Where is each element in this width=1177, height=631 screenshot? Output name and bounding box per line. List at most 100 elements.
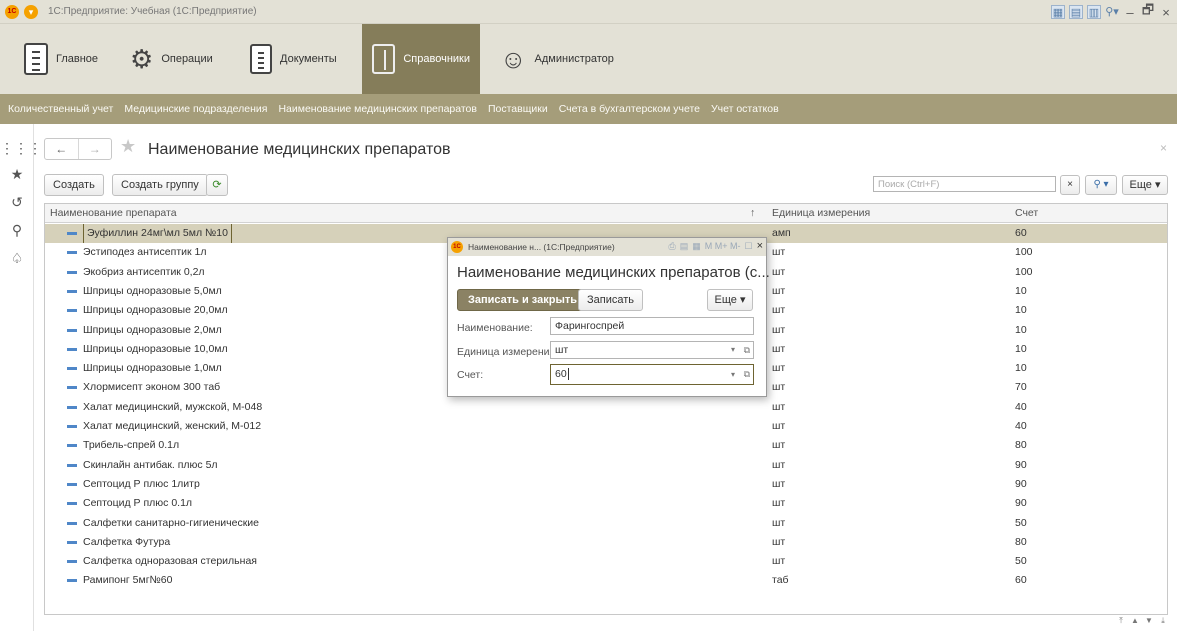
more-button[interactable]: Еще ▾ (1122, 175, 1168, 195)
chevron-down-icon[interactable]: ▾ (731, 365, 735, 384)
create-button[interactable]: Создать (44, 174, 104, 196)
subsection-quantity[interactable]: Количественный учет (8, 103, 113, 115)
cell-unit: шт (772, 323, 786, 336)
save-button[interactable]: Записать (578, 289, 644, 311)
item-name: Эстиподез антисептик 1л (83, 246, 207, 259)
favorites-star-icon[interactable]: ★ (0, 166, 34, 183)
table-row[interactable]: Халат медицинский, мужской, М-048 шт 40 (45, 398, 1167, 417)
table-row[interactable]: Салфетки санитарно-гигиенические шт 50 (45, 514, 1167, 533)
item-icon (67, 463, 77, 467)
memory-buttons[interactable]: M M+ M- (705, 241, 741, 251)
search-input[interactable] (874, 177, 1055, 191)
cell-unit: шт (772, 246, 786, 259)
app-logo-icon: 1С (451, 241, 463, 253)
calendar-icon[interactable]: ▦ (1051, 5, 1065, 19)
table-row[interactable]: Салфетка Футура шт 80 (45, 533, 1167, 552)
table-row[interactable]: Трибель-спрей 0.1л шт 80 (45, 436, 1167, 455)
calendar-date-icon[interactable]: ▥ (1087, 5, 1101, 19)
cell-account: 90 (1015, 458, 1027, 471)
subsection-accounts[interactable]: Счета в бухгалтерском учете (559, 103, 700, 115)
calendar-icon[interactable]: ▦ (692, 241, 701, 252)
item-icon (67, 367, 77, 371)
admin-icon: ☺ (500, 44, 527, 74)
restore-button[interactable]: 🗗 (1141, 1, 1155, 23)
subsection-suppliers[interactable]: Поставщики (488, 103, 548, 115)
dialog-heading: Наименование медицинских препаратов (с..… (457, 264, 770, 281)
section-operations[interactable]: ⚙ Операции (120, 24, 223, 94)
cell-account: 50 (1015, 516, 1027, 529)
section-main[interactable]: Главное (14, 24, 108, 94)
close-form-icon[interactable]: × (1160, 141, 1167, 155)
subsection-medicines[interactable]: Наименование медицинских препаратов (278, 103, 477, 115)
column-account-header[interactable]: Счет (1010, 204, 1038, 223)
cell-unit: шт (772, 265, 786, 278)
item-icon (67, 425, 77, 428)
item-name: Трибель-спрей 0.1л (83, 439, 180, 452)
forward-arrow-icon[interactable]: → (77, 139, 112, 159)
table-row[interactable]: Септоцид Р плюс 1литр шт 90 (45, 475, 1167, 494)
open-link-icon[interactable]: ⧉ (744, 342, 750, 358)
history-icon[interactable]: ↺ (0, 194, 34, 211)
cell-account: 10 (1015, 284, 1027, 297)
search-field[interactable] (873, 176, 1056, 192)
save-and-close-button[interactable]: Записать и закрыть (457, 289, 589, 311)
item-icon (67, 386, 77, 390)
section-catalogs[interactable]: Справочники (362, 24, 480, 94)
section-documents[interactable]: Документы (240, 24, 347, 94)
zoom-icon[interactable]: ⚲▾ (1105, 5, 1119, 19)
main-menu-icon[interactable]: ▾ (24, 5, 38, 19)
item-icon (67, 251, 77, 255)
scroll-bottom-icon[interactable]: ⤓ (1157, 615, 1169, 627)
table-icon[interactable]: ▤ (1069, 5, 1083, 19)
table-row[interactable]: Халат медицинский, женский, М-012 шт 40 (45, 417, 1167, 436)
dialog-more-button[interactable]: Еще ▾ (707, 289, 753, 311)
close-dialog-icon[interactable]: × (757, 240, 763, 252)
favorite-star-icon[interactable]: ★ (120, 136, 136, 157)
cell-unit: шт (772, 342, 786, 355)
cell-account: 80 (1015, 439, 1027, 452)
apps-grid-icon[interactable]: ⋮⋮⋮ (0, 140, 42, 157)
sort-arrow-icon[interactable]: ↑ (745, 204, 755, 223)
account-field[interactable]: 60 ▾ ⧉ (550, 364, 754, 385)
cell-unit: шт (772, 458, 786, 471)
print-icon[interactable]: ⎙ (669, 241, 676, 252)
cell-unit: шт (772, 477, 786, 490)
item-icon (67, 347, 77, 351)
scroll-controls: ⤒ ▲ ▼ ⤓ (1115, 615, 1169, 627)
notifications-bell-icon[interactable]: ♤ (0, 250, 34, 267)
subsection-stock[interactable]: Учет остатков (711, 103, 779, 115)
scroll-down-icon[interactable]: ▼ (1143, 615, 1155, 627)
back-arrow-icon[interactable]: ← (45, 139, 78, 159)
name-field[interactable]: Фарингоспрей (550, 317, 754, 335)
table-row[interactable]: Скинлайн антибак. плюс 5л шт 90 (45, 456, 1167, 475)
item-name: Рамипонг 5мг№60 (83, 574, 173, 587)
section-label: Документы (280, 53, 337, 65)
item-name: Халат медицинский, мужской, М-048 (83, 400, 263, 413)
table-icon[interactable]: ▤ (680, 241, 689, 252)
chevron-down-icon[interactable]: ▾ (731, 342, 735, 358)
maximize-icon[interactable]: ☐ (744, 241, 752, 252)
unit-field[interactable]: шт ▾ ⧉ (550, 341, 754, 359)
table-row[interactable]: Септоцид Р плюс 0.1л шт 90 (45, 494, 1167, 513)
item-name: Септоцид Р плюс 1литр (83, 477, 200, 490)
item-icon (67, 540, 77, 544)
column-unit-header[interactable]: Единица измерения (767, 204, 870, 223)
search-icon[interactable]: ⚲ (0, 222, 34, 239)
minimize-button[interactable]: – (1123, 5, 1137, 20)
scroll-top-icon[interactable]: ⤒ (1115, 615, 1127, 627)
section-admin[interactable]: ☺ Администратор (490, 24, 624, 94)
account-value: 60 (555, 368, 567, 380)
scroll-up-icon[interactable]: ▲ (1129, 615, 1141, 627)
column-name-header[interactable]: Наименование препарата (45, 204, 177, 223)
create-group-button[interactable]: Создать группу (112, 174, 208, 196)
refresh-icon[interactable]: ⟳ (206, 174, 228, 196)
close-window-button[interactable]: × (1159, 5, 1173, 20)
open-link-icon[interactable]: ⧉ (744, 365, 750, 384)
subsection-departments[interactable]: Медицинские подразделения (124, 103, 267, 115)
table-row[interactable]: Салфетка одноразовая стерильная шт 50 (45, 552, 1167, 571)
table-row[interactable]: Рамипонг 5мг№60 таб 60 (45, 571, 1167, 590)
clear-search-icon[interactable]: × (1060, 175, 1080, 195)
search-options-button[interactable]: ⚲ ▾ (1085, 175, 1117, 195)
item-name: Септоцид Р плюс 0.1л (83, 497, 193, 510)
documents-icon (250, 44, 272, 74)
